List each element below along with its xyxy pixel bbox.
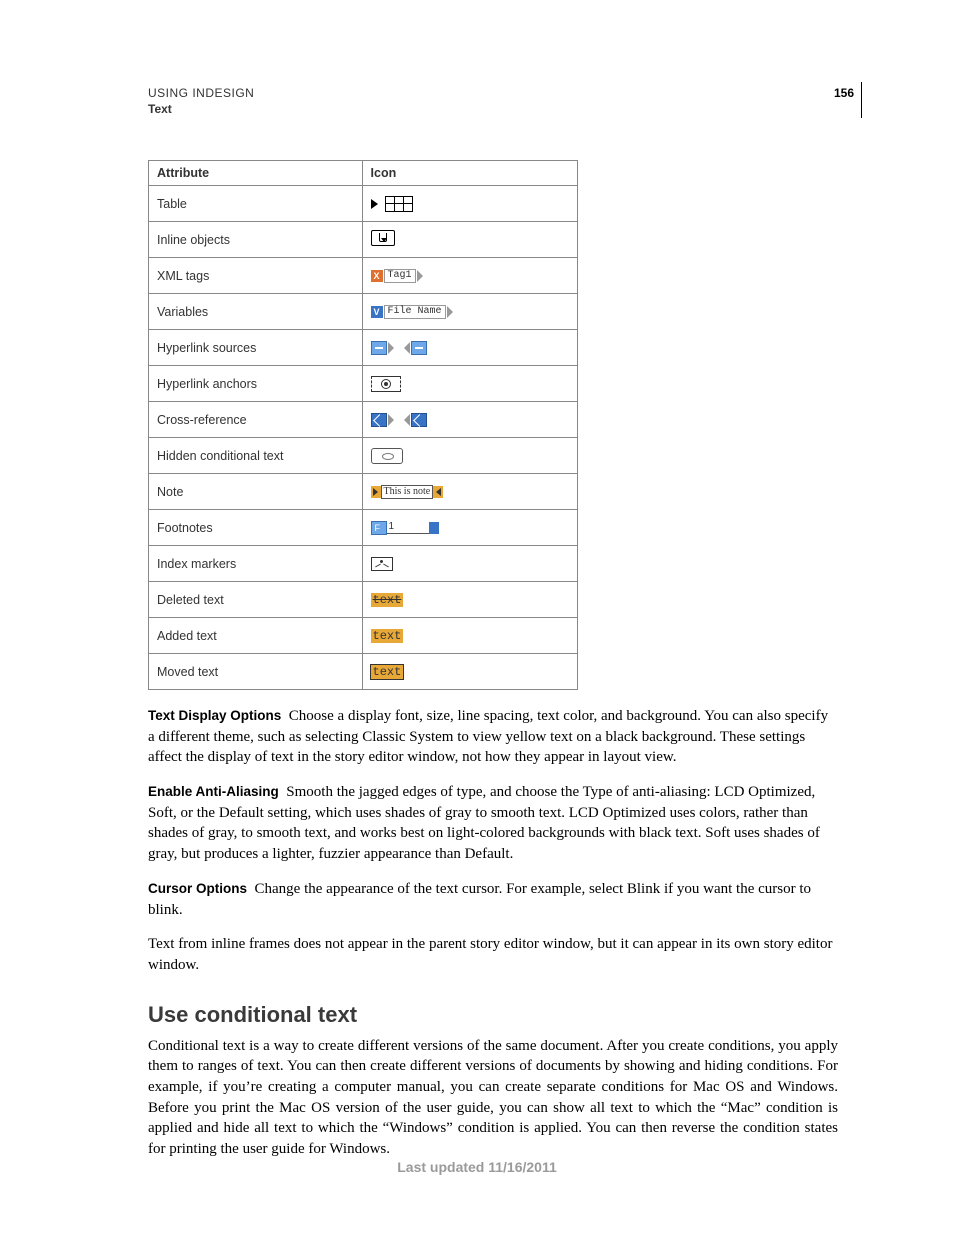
hyperlink-source-end-icon (411, 341, 427, 355)
section-heading: Use conditional text (148, 1002, 838, 1028)
icon-cell (362, 546, 577, 582)
table-header-icon: Icon (362, 161, 577, 186)
table-row: Inline objects (149, 222, 578, 258)
footer-last-updated: Last updated 11/16/2011 (0, 1159, 954, 1175)
icon-cell (362, 222, 577, 258)
chevron-right-icon (388, 342, 394, 354)
note-start-icon (371, 486, 381, 498)
attr-cell: Table (149, 186, 363, 222)
icon-cell: This is note (362, 474, 577, 510)
header-chapter: Text (148, 102, 854, 116)
table-row: Hidden conditional text (149, 438, 578, 474)
variable-chip: File Name (384, 305, 446, 319)
table-row: Deleted text text (149, 582, 578, 618)
attr-cell: XML tags (149, 258, 363, 294)
chevron-right-icon (388, 414, 394, 426)
variable-marker-icon: V (371, 306, 383, 318)
attr-cell: Deleted text (149, 582, 363, 618)
attr-cell: Hyperlink anchors (149, 366, 363, 402)
attr-cell: Footnotes (149, 510, 363, 546)
attr-cell: Added text (149, 618, 363, 654)
table-row: Table (149, 186, 578, 222)
table-header-attribute: Attribute (149, 161, 363, 186)
icon-cell (362, 330, 577, 366)
icon-cell: XTag1 (362, 258, 577, 294)
para-enable-anti-aliasing: Enable Anti-Aliasing Smooth the jagged e… (148, 782, 838, 865)
cross-reference-start-icon (371, 413, 387, 427)
header-product: USING INDESIGN (148, 86, 854, 100)
attribute-icon-table: Attribute Icon Table Inline objects XML … (148, 160, 578, 690)
chevron-left-icon (404, 414, 410, 426)
para-inline-frames: Text from inline frames does not appear … (148, 934, 838, 975)
table-row: Moved text text (149, 654, 578, 690)
note-text-chip: This is note (381, 485, 434, 499)
cross-reference-end-icon (411, 413, 427, 427)
icon-cell: VFile Name (362, 294, 577, 330)
section-body: Conditional text is a way to create diff… (148, 1036, 838, 1160)
chevron-right-icon (417, 270, 423, 282)
attr-cell: Variables (149, 294, 363, 330)
table-row: Added text text (149, 618, 578, 654)
header-rule (861, 82, 862, 118)
attr-cell: Hidden conditional text (149, 438, 363, 474)
chevron-left-icon (404, 342, 410, 354)
footnote-end-icon (429, 522, 439, 534)
table-row: Index markers (149, 546, 578, 582)
hyperlink-source-start-icon (371, 341, 387, 355)
icon-cell (362, 186, 577, 222)
deleted-text-icon: text (371, 593, 404, 607)
icon-cell: text (362, 582, 577, 618)
xml-marker-icon: X (371, 270, 383, 282)
icon-cell: text (362, 654, 577, 690)
table-row: Variables VFile Name (149, 294, 578, 330)
para-cursor-options: Cursor Options Change the appearance of … (148, 879, 838, 920)
icon-cell (362, 402, 577, 438)
disclosure-triangle-icon (371, 199, 378, 209)
hyperlink-anchor-icon (371, 376, 401, 392)
table-row: Footnotes 1 (149, 510, 578, 546)
attr-cell: Moved text (149, 654, 363, 690)
table-grid-icon (385, 196, 413, 212)
xml-tag-chip: Tag1 (384, 269, 416, 283)
icon-cell: 1 (362, 510, 577, 546)
para-text-display-options: Text Display Options Choose a display fo… (148, 706, 838, 768)
attr-cell: Cross-reference (149, 402, 363, 438)
running-header: USING INDESIGN Text (148, 86, 854, 116)
table-row: Hyperlink anchors (149, 366, 578, 402)
table-row: XML tags XTag1 (149, 258, 578, 294)
index-marker-icon (371, 557, 393, 571)
added-text-icon: text (371, 629, 404, 643)
attr-cell: Note (149, 474, 363, 510)
moved-text-icon: text (371, 665, 404, 679)
term-label: Text Display Options (148, 708, 281, 723)
hidden-conditional-icon (371, 448, 403, 464)
inline-object-icon (371, 230, 395, 246)
attr-cell: Hyperlink sources (149, 330, 363, 366)
para-body: Change the appearance of the text cursor… (148, 881, 811, 918)
term-label: Enable Anti-Aliasing (148, 784, 279, 799)
table-row: Note This is note (149, 474, 578, 510)
footnote-number: 1 (387, 521, 429, 534)
attr-cell: Inline objects (149, 222, 363, 258)
note-end-icon (433, 486, 443, 498)
icon-cell (362, 366, 577, 402)
term-label: Cursor Options (148, 881, 247, 896)
icon-cell: text (362, 618, 577, 654)
icon-cell (362, 438, 577, 474)
footnote-reference-icon (371, 521, 387, 535)
attr-cell: Index markers (149, 546, 363, 582)
table-row: Hyperlink sources (149, 330, 578, 366)
table-row: Cross-reference (149, 402, 578, 438)
chevron-right-icon (447, 306, 453, 318)
